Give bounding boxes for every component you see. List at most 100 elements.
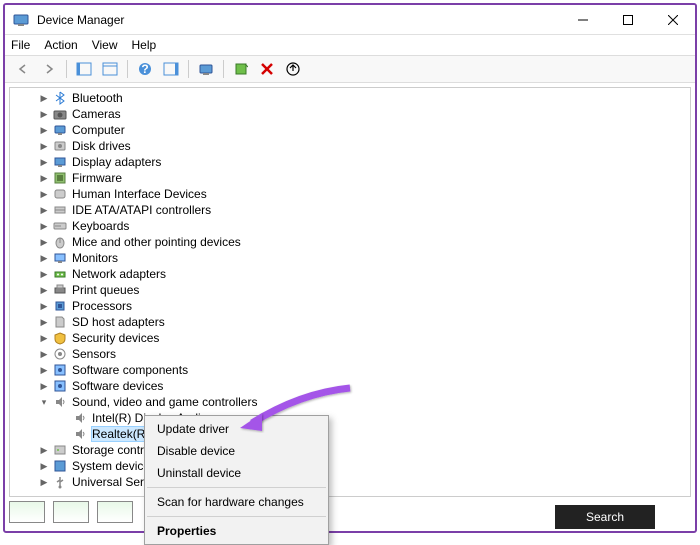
context-properties[interactable]: Properties: [145, 520, 328, 542]
tree-item-label: Software devices: [72, 379, 163, 393]
toolbar-icon-1[interactable]: [72, 58, 96, 80]
device-tree-panel: ▶Bluetooth▶Cameras▶Computer▶Disk drives▶…: [9, 87, 691, 497]
tree-item-bluetooth[interactable]: ▶Bluetooth: [14, 90, 686, 106]
context-disable-device[interactable]: Disable device: [145, 440, 328, 462]
device-icon: [52, 219, 68, 233]
menu-action[interactable]: Action: [44, 38, 77, 52]
uninstall-device-icon[interactable]: [255, 58, 279, 80]
titlebar: Device Manager: [5, 5, 695, 35]
tree-item-security[interactable]: ▶Security devices: [14, 330, 686, 346]
expander-icon[interactable]: ▶: [38, 92, 50, 104]
tree-item-software[interactable]: ▶Software components: [14, 362, 686, 378]
toolbar-icon-2[interactable]: [98, 58, 122, 80]
search-button[interactable]: Search: [555, 505, 655, 529]
expander-icon[interactable]: ▶: [38, 140, 50, 152]
tree-item-disk[interactable]: ▶Disk drives: [14, 138, 686, 154]
tree-item-label: Print queues: [72, 283, 139, 297]
expander-icon[interactable]: ▶: [38, 156, 50, 168]
tree-item-label: SD host adapters: [72, 315, 165, 329]
thumbnail[interactable]: [97, 501, 133, 523]
toolbar-icon-3[interactable]: [159, 58, 183, 80]
expander-icon[interactable]: [58, 412, 70, 424]
close-button[interactable]: [650, 5, 695, 35]
enable-device-icon[interactable]: [229, 58, 253, 80]
tree-item-software[interactable]: ▶ Software devices: [14, 378, 686, 394]
context-update-driver[interactable]: Update driver: [145, 418, 328, 440]
device-icon: [52, 139, 68, 153]
tree-item-printer[interactable]: ▶ Print queues: [14, 282, 686, 298]
expander-icon[interactable]: ▶: [38, 316, 50, 328]
tree-item-keyboard[interactable]: ▶Keyboards: [14, 218, 686, 234]
thumbnail[interactable]: [53, 501, 89, 523]
expander-icon[interactable]: ▾: [38, 396, 50, 408]
tree-item-realtek-selected[interactable]: Realtek(R) A: [14, 426, 686, 442]
tree-item-usb[interactable]: ▶Universal Seria: [14, 474, 686, 490]
menu-view[interactable]: View: [92, 38, 118, 52]
expander-icon[interactable]: ▶: [38, 380, 50, 392]
expander-icon[interactable]: ▶: [38, 108, 50, 120]
tree-item-camera[interactable]: ▶Cameras: [14, 106, 686, 122]
scan-hardware-icon[interactable]: [194, 58, 218, 80]
tree-item-network[interactable]: ▶ Network adapters: [14, 266, 686, 282]
expander-icon[interactable]: ▶: [38, 236, 50, 248]
expander-icon[interactable]: ▶: [38, 284, 50, 296]
tree-item-label: Firmware: [72, 171, 122, 185]
device-icon: [52, 475, 68, 489]
expander-icon[interactable]: [58, 428, 70, 440]
expander-icon[interactable]: ▶: [38, 220, 50, 232]
device-icon: [52, 123, 68, 137]
device-icon: [52, 235, 68, 249]
thumbnail[interactable]: [9, 501, 45, 523]
maximize-button[interactable]: [605, 5, 650, 35]
expander-icon[interactable]: ▶: [38, 188, 50, 200]
device-icon: [52, 443, 68, 457]
tree-item-mouse[interactable]: ▶ Mice and other pointing devices: [14, 234, 686, 250]
expander-icon[interactable]: ▶: [38, 332, 50, 344]
menu-file[interactable]: File: [11, 38, 30, 52]
tree-item-computer[interactable]: ▶Computer: [14, 122, 686, 138]
expander-icon[interactable]: ▶: [38, 348, 50, 360]
tree-item-display[interactable]: ▶Display adapters: [14, 154, 686, 170]
forward-button[interactable]: [37, 58, 61, 80]
context-separator: [147, 516, 326, 517]
menu-help[interactable]: Help: [132, 38, 157, 52]
context-menu: Update driver Disable device Uninstall d…: [144, 415, 329, 545]
update-driver-icon[interactable]: [281, 58, 305, 80]
tree-item-storage[interactable]: ▶Storage contro: [14, 442, 686, 458]
context-scan-hardware[interactable]: Scan for hardware changes: [145, 491, 328, 513]
tree-item-label: Sound, video and game controllers: [72, 395, 257, 409]
tree-item-system[interactable]: ▶System devices: [14, 458, 686, 474]
expander-icon[interactable]: ▶: [38, 204, 50, 216]
tree-item-sound-expanded[interactable]: ▾ Sound, video and game controllers: [14, 394, 686, 410]
device-icon: [72, 411, 88, 425]
tree-item-firmware[interactable]: ▶ Firmware: [14, 170, 686, 186]
minimize-button[interactable]: [560, 5, 605, 35]
tree-item-monitor[interactable]: ▶Monitors: [14, 250, 686, 266]
expander-icon[interactable]: ▶: [38, 444, 50, 456]
context-uninstall-device[interactable]: Uninstall device: [145, 462, 328, 484]
help-button[interactable]: ?: [133, 58, 157, 80]
back-button[interactable]: [11, 58, 35, 80]
tree-item-sensor[interactable]: ▶Sensors: [14, 346, 686, 362]
tree-item-intel-audio[interactable]: Intel(R) Display Audio: [14, 410, 686, 426]
device-icon: [52, 395, 68, 409]
tree-item-cpu[interactable]: ▶Processors: [14, 298, 686, 314]
device-icon: [52, 459, 68, 473]
expander-icon[interactable]: ▶: [38, 268, 50, 280]
tree-item-ide[interactable]: ▶ IDE ATA/ATAPI controllers: [14, 202, 686, 218]
tree-item-label: Mice and other pointing devices: [72, 235, 241, 249]
tree-item-label: IDE ATA/ATAPI controllers: [72, 203, 211, 217]
device-icon: [52, 315, 68, 329]
expander-icon[interactable]: ▶: [38, 124, 50, 136]
tree-item-sd[interactable]: ▶ SD host adapters: [14, 314, 686, 330]
expander-icon[interactable]: ▶: [38, 172, 50, 184]
tree-item-label: Network adapters: [72, 267, 166, 281]
tree-item-hid[interactable]: ▶Human Interface Devices: [14, 186, 686, 202]
expander-icon[interactable]: ▶: [38, 300, 50, 312]
device-icon: [52, 187, 68, 201]
expander-icon[interactable]: ▶: [38, 252, 50, 264]
expander-icon[interactable]: ▶: [38, 460, 50, 472]
device-icon: [52, 91, 68, 105]
expander-icon[interactable]: ▶: [38, 476, 50, 488]
expander-icon[interactable]: ▶: [38, 364, 50, 376]
